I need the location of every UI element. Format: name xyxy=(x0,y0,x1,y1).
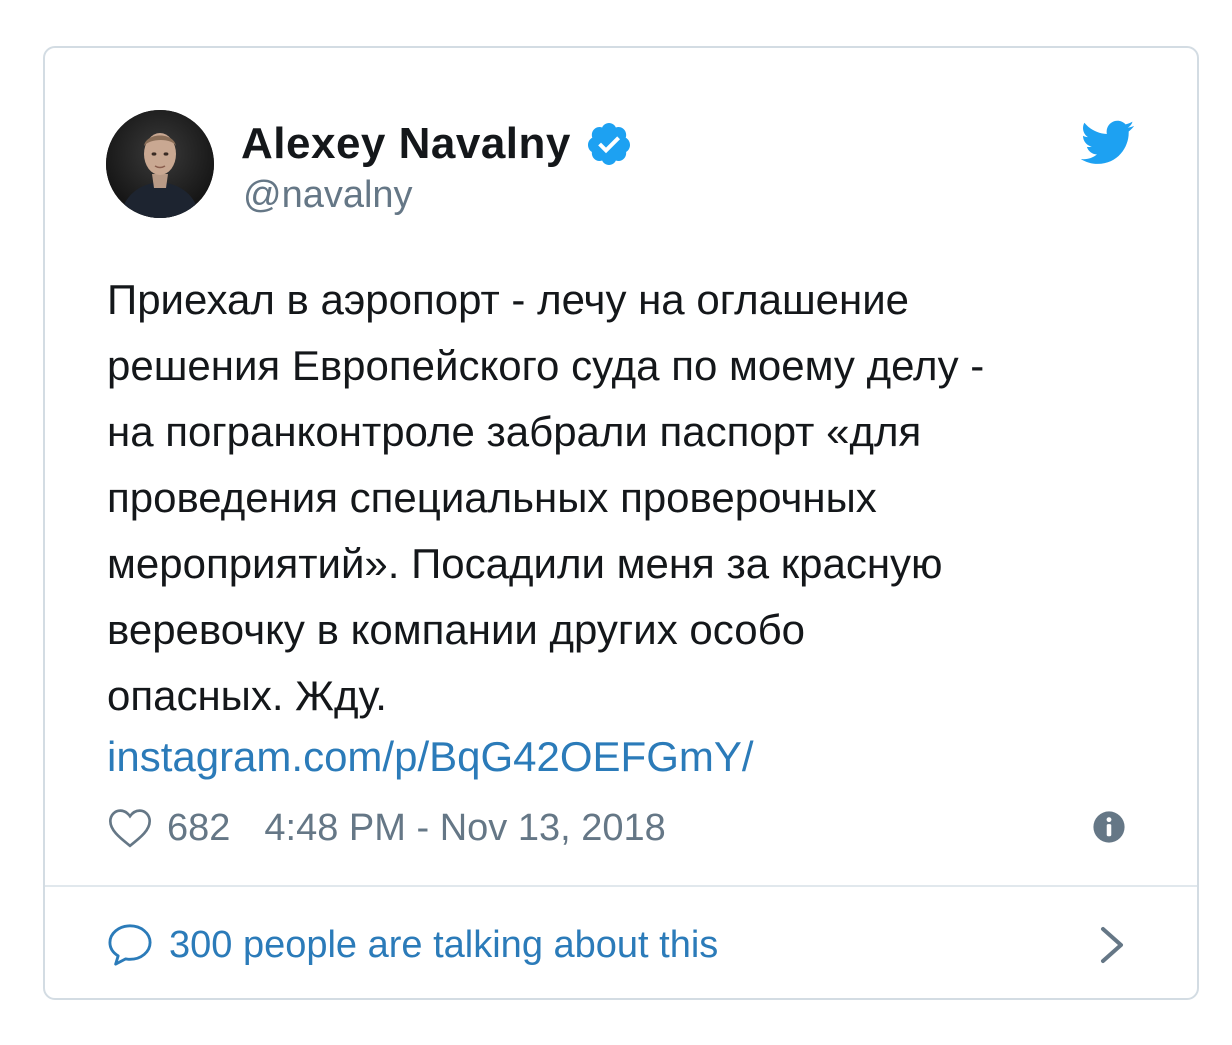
tweet-meta: 682 4:48 PM - Nov 13, 2018 xyxy=(107,800,666,856)
avatar-photo xyxy=(106,110,214,218)
tweet-timestamp[interactable]: 4:48 PM - Nov 13, 2018 xyxy=(264,807,665,850)
tweet-card: Alexey Navalny @navalny Приехал в аэропо… xyxy=(43,46,1199,1000)
chevron-right-icon[interactable] xyxy=(1099,925,1125,965)
tweet-header: Alexey Navalny @navalny xyxy=(45,48,1197,248)
author-name-row: Alexey Navalny xyxy=(241,116,633,172)
author-avatar[interactable] xyxy=(106,110,214,218)
like-count[interactable]: 682 xyxy=(167,807,230,850)
verified-badge-icon xyxy=(585,120,633,168)
discussion-link[interactable]: 300 people are talking about this xyxy=(107,917,718,973)
tweet-link[interactable]: instagram.com/p/BqG42OEFGmY/ xyxy=(107,729,754,785)
author-handle[interactable]: @navalny xyxy=(243,174,413,217)
speech-bubble-icon xyxy=(107,923,153,967)
twitter-bird-icon[interactable] xyxy=(1080,120,1135,166)
tweet-footer[interactable]: 300 people are talking about this xyxy=(45,887,1197,998)
heart-icon[interactable] xyxy=(107,807,153,849)
author-display-name[interactable]: Alexey Navalny xyxy=(241,119,571,169)
info-icon[interactable] xyxy=(1092,810,1126,844)
discussion-label: 300 people are talking about this xyxy=(169,923,719,966)
tweet-text: Приехал в аэропорт - лечу на оглашение р… xyxy=(107,276,985,719)
